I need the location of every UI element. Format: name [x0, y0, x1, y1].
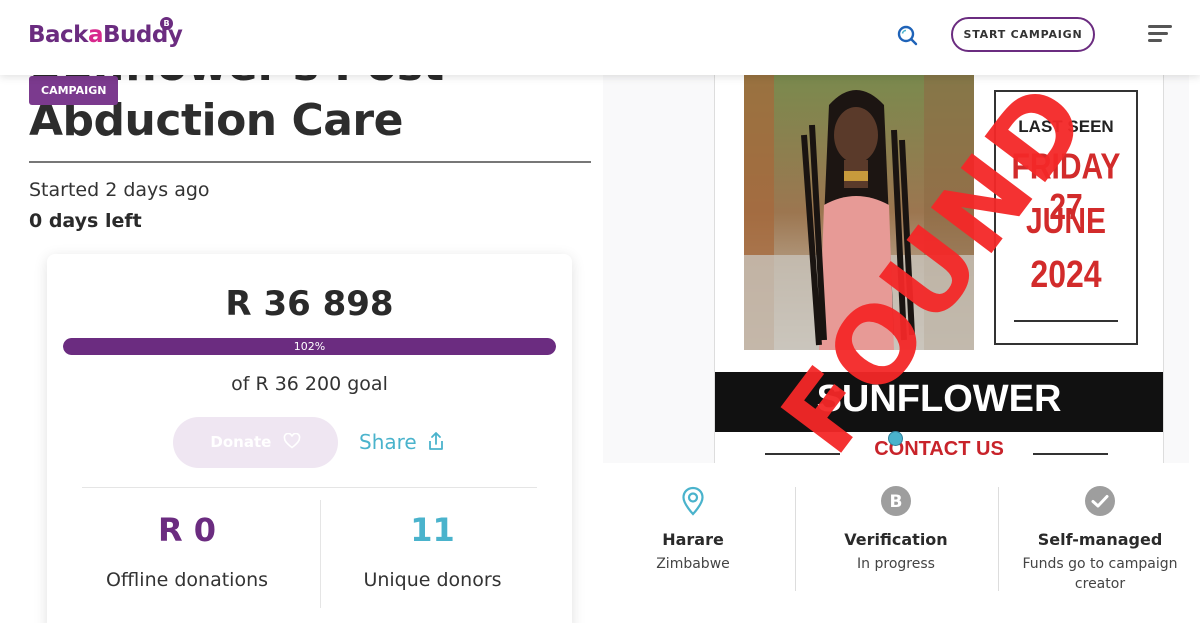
progress-bar: 102% [63, 338, 556, 355]
hamburger-menu-icon[interactable] [1148, 25, 1172, 43]
site-header: BackaBuddy B START CAMPAIGN [0, 0, 1200, 75]
logo-text-back: Back [28, 22, 88, 48]
carousel-dot[interactable] [888, 431, 903, 446]
backabuddy-logo[interactable]: BackaBuddy [28, 22, 183, 48]
search-icon[interactable] [896, 24, 918, 46]
verification-status: In progress [857, 556, 935, 572]
last-seen-underline [1014, 320, 1118, 322]
logo-text-a: a [87, 22, 104, 48]
offline-donations-value: R 0 [157, 511, 217, 549]
share-icon [429, 432, 443, 450]
location-city: Harare [662, 530, 724, 549]
logo-badge: B [160, 17, 173, 30]
self-managed-desc: Funds go to campaign creator [1022, 556, 1178, 592]
start-campaign-button[interactable]: START CAMPAIGN [951, 17, 1095, 52]
location-pin-icon [682, 486, 704, 516]
share-label: Share [359, 430, 417, 454]
self-managed-title: Self-managed [1037, 530, 1163, 549]
progress-label: 102% [293, 340, 326, 353]
share-button[interactable]: Share [359, 430, 445, 454]
donation-card: R 36 898 102% of R 36 200 goal Donate Sh… [47, 254, 572, 623]
svg-text:B: B [890, 492, 903, 512]
verification-title: Verification [844, 530, 948, 549]
info-divider-2 [998, 487, 999, 591]
amount-raised: R 36 898 [225, 284, 394, 324]
donate-label: Donate [210, 433, 272, 451]
contact-arrow-right [1033, 453, 1108, 455]
title-divider [29, 161, 591, 163]
verification-badge-icon: B [881, 486, 911, 516]
days-left: 0 days left [29, 210, 142, 232]
checkmark-icon [1085, 486, 1115, 516]
goal-amount: of R 36 200 goal [231, 373, 388, 395]
card-divider [82, 487, 537, 488]
campaign-image[interactable]: LAST SEEN FRIDAY 27 JUNE 2024 SUNFLOWER … [603, 75, 1189, 463]
heart-icon [283, 432, 300, 449]
started-date: Started 2 days ago [29, 179, 210, 201]
campaign-tag: CAMPAIGN [29, 76, 119, 105]
offline-donations-label: Offline donations [105, 569, 269, 591]
location-country: Zimbabwe [656, 556, 730, 572]
unique-donors-label: Unique donors [363, 569, 502, 591]
donate-button[interactable]: Donate [173, 417, 338, 468]
unique-donors-value: 11 [410, 511, 455, 549]
poster-contact: CONTACT US [874, 438, 1004, 460]
